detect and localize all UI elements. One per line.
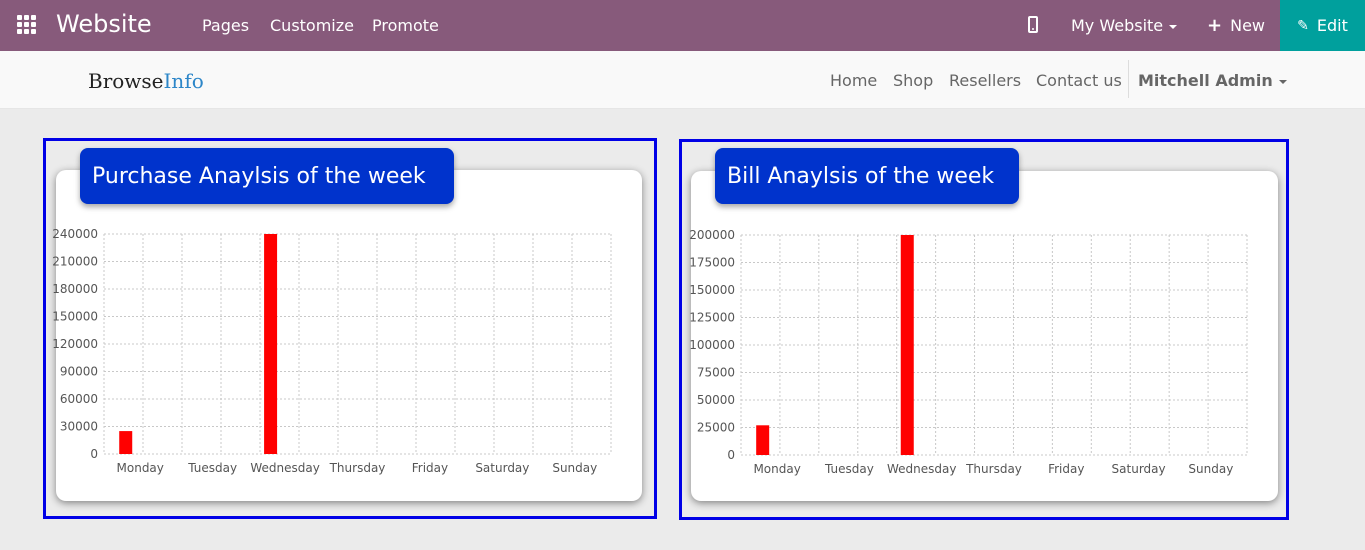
pencil-icon: ✎ xyxy=(1297,17,1309,34)
y-tick-label: 30000 xyxy=(60,420,98,434)
bar-monday[interactable] xyxy=(756,425,770,455)
y-tick-label: 210000 xyxy=(52,255,98,269)
y-tick-label: 150000 xyxy=(689,283,735,297)
x-tick-label: Monday xyxy=(753,462,800,476)
y-tick-label: 125000 xyxy=(689,311,735,325)
user-menu[interactable]: Mitchell Admin xyxy=(1138,71,1287,90)
edit-button[interactable]: ✎ Edit xyxy=(1280,0,1365,51)
website-selector[interactable]: My Website xyxy=(1071,16,1178,35)
menu-pages[interactable]: Pages xyxy=(202,16,249,35)
nav-contact-us[interactable]: Contact us xyxy=(1036,71,1122,90)
x-tick-label: Wednesday xyxy=(887,462,956,476)
y-tick-label: 175000 xyxy=(689,256,735,270)
x-tick-label: Saturday xyxy=(475,461,529,475)
y-tick-label: 75000 xyxy=(697,366,735,380)
y-tick-label: 50000 xyxy=(697,393,735,407)
y-tick-label: 200000 xyxy=(689,228,735,242)
x-tick-label: Friday xyxy=(1048,462,1084,476)
y-tick-label: 120000 xyxy=(52,337,98,351)
new-button-label: New xyxy=(1230,16,1265,35)
logo-text-browse: Browse xyxy=(88,69,164,93)
x-tick-label: Wednesday xyxy=(250,461,319,475)
plus-icon: + xyxy=(1207,15,1223,36)
app-title: Website xyxy=(56,10,152,38)
chart-grid xyxy=(740,234,1248,456)
bar-monday[interactable] xyxy=(119,431,133,454)
logo-text-info: Info xyxy=(163,69,204,93)
caret-down-icon xyxy=(1169,24,1178,29)
y-tick-label: 180000 xyxy=(52,282,98,296)
y-tick-label: 25000 xyxy=(697,421,735,435)
y-tick-label: 90000 xyxy=(60,365,98,379)
y-tick-label: 150000 xyxy=(52,310,98,324)
menu-customize[interactable]: Customize xyxy=(270,16,354,35)
bill-chart-card: 0 25000 50000 75000 100000 125000 150000 175000… xyxy=(689,171,1278,501)
bill-chart-title: Bill Anaylsis of the week xyxy=(715,148,1019,204)
x-tick-label: Sunday xyxy=(552,461,597,475)
y-tick-label: 100000 xyxy=(689,338,735,352)
site-logo[interactable]: BrowseInfo xyxy=(88,69,204,93)
nav-divider xyxy=(1128,60,1129,98)
x-tick-label: Sunday xyxy=(1188,462,1233,476)
y-tick-label: 240000 xyxy=(52,227,98,241)
website-selector-label: My Website xyxy=(1071,16,1164,35)
user-name: Mitchell Admin xyxy=(1138,71,1273,90)
x-tick-label: Monday xyxy=(117,461,164,475)
purchase-chart-title: Purchase Anaylsis of the week xyxy=(80,148,454,204)
mobile-preview-icon[interactable] xyxy=(1028,16,1038,33)
x-tick-label: Tuesday xyxy=(187,461,237,475)
chart-grid xyxy=(103,233,612,455)
nav-home[interactable]: Home xyxy=(830,71,877,90)
bar-wednesday[interactable] xyxy=(900,235,914,455)
nav-resellers[interactable]: Resellers xyxy=(949,71,1021,90)
bar-wednesday[interactable] xyxy=(264,234,278,454)
site-header: BrowseInfo Home Shop Resellers Contact u… xyxy=(0,51,1365,109)
x-tick-label: Tuesday xyxy=(824,462,874,476)
purchase-bar-chart: 0 30000 60000 90000 120000 150000 180000 210000… xyxy=(52,227,612,475)
x-tick-label: Thursday xyxy=(965,462,1022,476)
y-tick-label: 0 xyxy=(90,447,98,461)
bill-bar-chart: 0 25000 50000 75000 100000 125000 150000 175000… xyxy=(689,228,1248,476)
edit-button-label: Edit xyxy=(1316,16,1348,35)
nav-shop[interactable]: Shop xyxy=(893,71,933,90)
admin-topbar: Website Pages Customize Promote My Websi… xyxy=(0,0,1365,51)
x-tick-label: Thursday xyxy=(329,461,386,475)
purchase-chart-card: 0 30000 60000 90000 120000 150000 180000 210000… xyxy=(52,170,642,501)
x-tick-label: Saturday xyxy=(1112,462,1166,476)
caret-down-icon xyxy=(1278,79,1287,84)
y-tick-label: 0 xyxy=(727,448,735,462)
apps-menu-icon[interactable] xyxy=(17,15,37,35)
menu-promote[interactable]: Promote xyxy=(372,16,439,35)
new-button[interactable]: + New xyxy=(1207,16,1265,35)
y-tick-label: 60000 xyxy=(60,392,98,406)
x-tick-label: Friday xyxy=(412,461,448,475)
